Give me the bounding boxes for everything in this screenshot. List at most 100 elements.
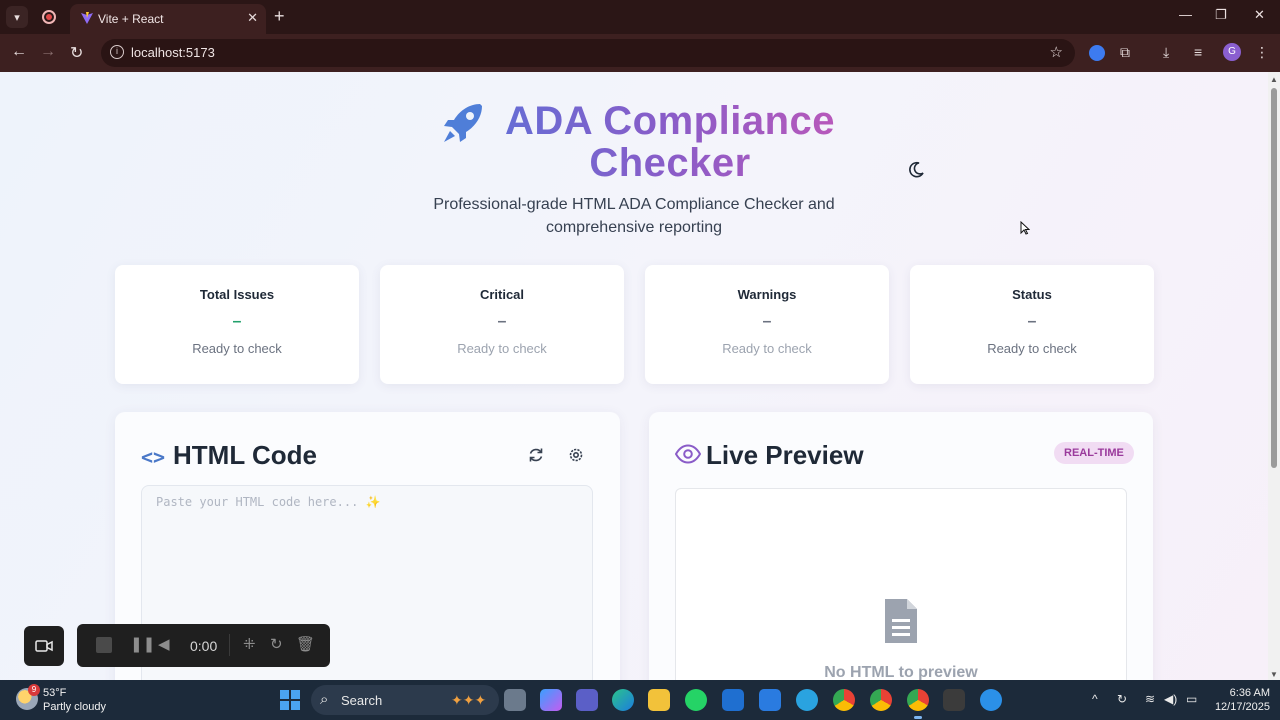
edge-icon[interactable] [612, 689, 634, 711]
stat-value: – [497, 313, 507, 330]
extension-gear-icon[interactable] [1089, 45, 1105, 61]
back-icon[interactable]: ← [11, 43, 27, 61]
rewind-icon[interactable]: ◀ [158, 635, 170, 653]
page-subtitle: Professional-grade HTML ADA Compliance C… [433, 196, 835, 236]
new-tab-icon[interactable]: + [274, 6, 285, 27]
minimize-icon[interactable]: — [1179, 7, 1192, 22]
toolbar-divider [229, 634, 230, 656]
weather-notification-badge: 9 [28, 684, 40, 696]
wifi-icon[interactable]: ≋ [1145, 692, 1155, 706]
terminal-icon[interactable] [943, 689, 965, 711]
browser-tab-strip: ▾ Vite + React ✕ + — ❐ ✕ [0, 0, 1280, 34]
settings-gear-icon[interactable] [567, 446, 585, 464]
page-content: ADA Compliance Checker Professional-grad… [0, 72, 1280, 680]
telegram-icon[interactable] [796, 689, 818, 711]
stat-card-total-issues: Total Issues – Ready to check [115, 265, 359, 384]
url-text: localhost:5173 [131, 45, 215, 60]
scroll-down-icon[interactable]: ▼ [1270, 670, 1278, 679]
mouse-cursor-icon [1020, 221, 1030, 235]
show-hidden-icons[interactable]: ^ [1092, 692, 1098, 706]
active-app-indicator [914, 716, 922, 719]
teams-icon[interactable] [576, 689, 598, 711]
stat-label: Ready to check [722, 341, 812, 356]
recording-timer: 0:00 [190, 638, 218, 654]
address-bar[interactable]: i localhost:5173 ☆ [101, 39, 1075, 67]
stat-card-status: Status – Ready to check [910, 265, 1154, 384]
page-title: ADA Compliance Checker [450, 100, 890, 184]
empty-preview-message: No HTML to preview [824, 664, 978, 680]
stat-label: Ready to check [192, 341, 282, 356]
taskbar-search-box[interactable]: ⌕ Search ✦✦✦ [311, 685, 499, 715]
reload-icon[interactable]: ↻ [70, 43, 83, 63]
stat-title: Total Issues [199, 287, 275, 302]
search-highlight-icon: ✦✦✦ [451, 692, 487, 708]
scroll-up-icon[interactable]: ▲ [1270, 75, 1278, 84]
stat-title: Critical [479, 287, 525, 302]
clock-date: 12/17/2025 [1214, 701, 1270, 713]
clock-time: 6:36 AM [1229, 687, 1270, 699]
sync-icon[interactable]: ↻ [1117, 692, 1127, 706]
media-controls-icon[interactable]: ≡ [1194, 44, 1202, 60]
recording-indicator-icon[interactable] [42, 10, 56, 24]
chrome-icon[interactable] [833, 689, 855, 711]
camera-toggle-button[interactable] [24, 626, 64, 666]
stat-title: Warnings [737, 287, 797, 302]
battery-icon[interactable]: ▭ [1186, 692, 1197, 706]
scroll-thumb[interactable] [1271, 88, 1277, 468]
menu-icon[interactable]: ⋮ [1255, 44, 1269, 61]
stat-card-warnings: Warnings – Ready to check [645, 265, 889, 384]
weather-temperature: 53°F [43, 687, 67, 699]
code-icon: <> [141, 445, 166, 469]
chrome-active-icon[interactable] [907, 689, 929, 711]
browser-tab[interactable]: Vite + React ✕ [70, 4, 266, 34]
tab-search-button[interactable]: ▾ [6, 6, 28, 28]
copilot-icon[interactable] [540, 689, 562, 711]
forward-icon[interactable]: → [40, 43, 56, 61]
document-icon [885, 599, 917, 643]
restore-icon[interactable]: ❐ [1215, 7, 1227, 23]
restart-icon[interactable]: ↻ [270, 635, 283, 653]
preview-panel-title: Live Preview [706, 440, 864, 470]
close-window-icon[interactable]: ✕ [1254, 7, 1265, 23]
stop-recording-button[interactable] [96, 637, 112, 653]
stat-title: Status [1012, 287, 1052, 302]
real-time-badge: REAL-TIME [1054, 442, 1134, 464]
camera-icon [35, 640, 53, 652]
recording-toolbar: ❚❚ ◀ 0:00 ⁜ ↻ 🗑 [77, 624, 330, 667]
windows-start-icon[interactable] [280, 690, 300, 710]
refresh-icon[interactable] [527, 446, 545, 464]
windows-taskbar: 9 53°F Partly cloudy ⌕ Search ✦✦✦ ^ ↻ ≋ … [0, 680, 1280, 720]
bookmark-star-icon[interactable]: ☆ [1050, 43, 1063, 61]
eye-icon [675, 444, 701, 464]
system-clock[interactable]: 6:36 AM 12/17/2025 [1210, 686, 1270, 714]
code-panel-title: HTML Code [173, 440, 317, 470]
close-tab-icon[interactable]: ✕ [247, 10, 258, 26]
delete-icon[interactable]: 🗑 [296, 635, 315, 653]
vite-favicon-icon [81, 12, 93, 24]
stat-label: Ready to check [987, 341, 1077, 356]
profile-avatar[interactable]: G [1223, 43, 1241, 61]
grid-icon[interactable]: ⁜ [243, 635, 256, 653]
file-explorer-icon[interactable] [648, 689, 670, 711]
search-icon: ⌕ [320, 691, 329, 708]
preview-frame: No HTML to preview [675, 488, 1127, 680]
outlook-icon[interactable] [722, 689, 744, 711]
task-view-icon[interactable] [504, 689, 526, 711]
stat-label: Ready to check [457, 341, 547, 356]
tab-title: Vite + React [98, 12, 164, 26]
stat-card-critical: Critical – Ready to check [380, 265, 624, 384]
whatsapp-icon[interactable] [685, 689, 707, 711]
volume-icon[interactable]: ◀) [1164, 692, 1177, 706]
chrome-profile-icon[interactable] [870, 689, 892, 711]
app-cloud-icon[interactable] [980, 689, 1002, 711]
downloads-icon[interactable]: ⤓ [1163, 44, 1169, 61]
search-label: Search [341, 693, 383, 708]
app-icon[interactable] [759, 689, 781, 711]
moon-icon[interactable] [906, 160, 926, 180]
page-scrollbar[interactable]: ▲ ▼ [1268, 72, 1280, 680]
stat-value: – [1027, 313, 1037, 330]
pause-icon[interactable]: ❚❚ [130, 635, 155, 653]
site-info-icon[interactable]: i [110, 45, 124, 59]
weather-description: Partly cloudy [43, 701, 106, 713]
extensions-icon[interactable]: ⧉ [1120, 44, 1130, 61]
